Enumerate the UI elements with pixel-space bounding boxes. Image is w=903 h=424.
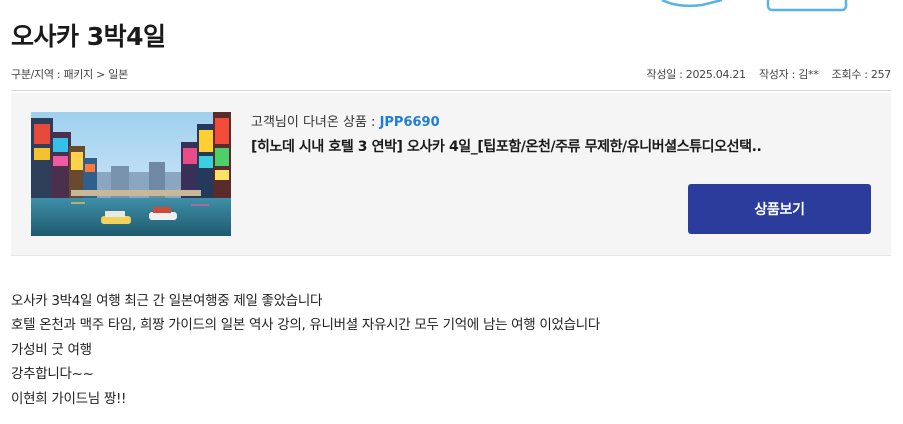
post-author: 작성자 : 김** bbox=[758, 68, 819, 81]
post-content: 오사카 3박4일 여행 최근 간 일본여행중 제일 좋았습니다 호텔 온천과 맥… bbox=[11, 289, 600, 411]
product-card: 고객님이 다녀온 상품 : JPP6690 [히노데 시내 호텔 3 연박] 오… bbox=[11, 93, 891, 256]
post-meta: 구분/지역 : 패키지 > 일본 작성일 : 2025.04.21 작성자 : … bbox=[11, 66, 892, 82]
osaka-canal-image bbox=[31, 112, 231, 236]
post-views: 조회수 : 257 bbox=[831, 68, 892, 81]
view-product-button[interactable]: 상품보기 bbox=[688, 184, 871, 234]
content-line: 오사카 3박4일 여행 최근 간 일본여행중 제일 좋았습니다 bbox=[11, 293, 323, 309]
content-line: 이현희 가이드님 짱!! bbox=[11, 390, 127, 407]
content-line: 호텔 온천과 맥주 타임, 희짱 가이드의 일본 역사 강의, 유니버셜 자유시… bbox=[11, 317, 601, 334]
product-name[interactable]: [히노데 시내 호텔 3 연박] 오사카 4일_[팁포함/온천/주류 무제한/유… bbox=[251, 136, 871, 156]
post-date: 작성일 : 2025.04.21 bbox=[646, 68, 747, 81]
product-label-prefix: 고객님이 다녀온 상품 : bbox=[251, 115, 380, 130]
breadcrumb: 구분/지역 : 패키지 > 일본 bbox=[11, 68, 128, 81]
post-info: 작성일 : 2025.04.21 작성자 : 김** 조회수 : 257 bbox=[637, 66, 892, 82]
divider bbox=[11, 90, 891, 91]
product-thumbnail[interactable] bbox=[31, 112, 231, 236]
product-code[interactable]: JPP6690 bbox=[380, 115, 440, 130]
product-label: 고객님이 다녀온 상품 : JPP6690 bbox=[251, 111, 440, 130]
content-line: 가성비 굿 여행 bbox=[11, 341, 92, 358]
page-title: 오사카 3박4일 bbox=[11, 22, 166, 51]
content-line: 강추합니다~~ bbox=[11, 366, 94, 383]
